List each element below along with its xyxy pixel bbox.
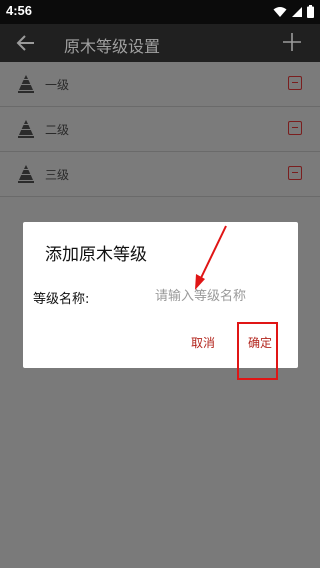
- grade-label: 一级: [45, 78, 70, 92]
- dialog-title: 添加原木等级: [45, 245, 147, 265]
- app-toolbar: 原木等级设置: [0, 24, 320, 62]
- status-time: 4:56: [6, 3, 33, 18]
- battery-icon: [307, 5, 314, 18]
- cancel-button[interactable]: 取消: [187, 332, 219, 353]
- grade-list: 一级 二级 三级: [0, 62, 320, 197]
- grade-name-label: 等级名称:: [33, 292, 90, 307]
- pyramid-icon: [18, 75, 34, 93]
- pyramid-icon: [18, 165, 34, 183]
- status-bar: 4:56: [0, 0, 320, 24]
- grade-name-input[interactable]: [141, 285, 303, 307]
- grade-label: 三级: [45, 168, 70, 182]
- remove-icon[interactable]: [288, 121, 302, 135]
- wifi-icon: [273, 6, 287, 17]
- grade-row[interactable]: 一级: [0, 62, 320, 107]
- remove-icon[interactable]: [288, 76, 302, 90]
- pyramid-icon: [18, 120, 34, 138]
- status-icons: [273, 5, 314, 18]
- grade-row[interactable]: 二级: [0, 107, 320, 152]
- signal-icon: [292, 6, 302, 17]
- arrow-back-icon[interactable]: [14, 31, 38, 55]
- page-title: 原木等级设置: [64, 37, 161, 56]
- grade-label: 二级: [45, 123, 70, 137]
- confirm-highlight-box: [237, 322, 278, 380]
- grade-row[interactable]: 三级: [0, 152, 320, 197]
- remove-icon[interactable]: [288, 166, 302, 180]
- plus-icon[interactable]: [280, 30, 304, 54]
